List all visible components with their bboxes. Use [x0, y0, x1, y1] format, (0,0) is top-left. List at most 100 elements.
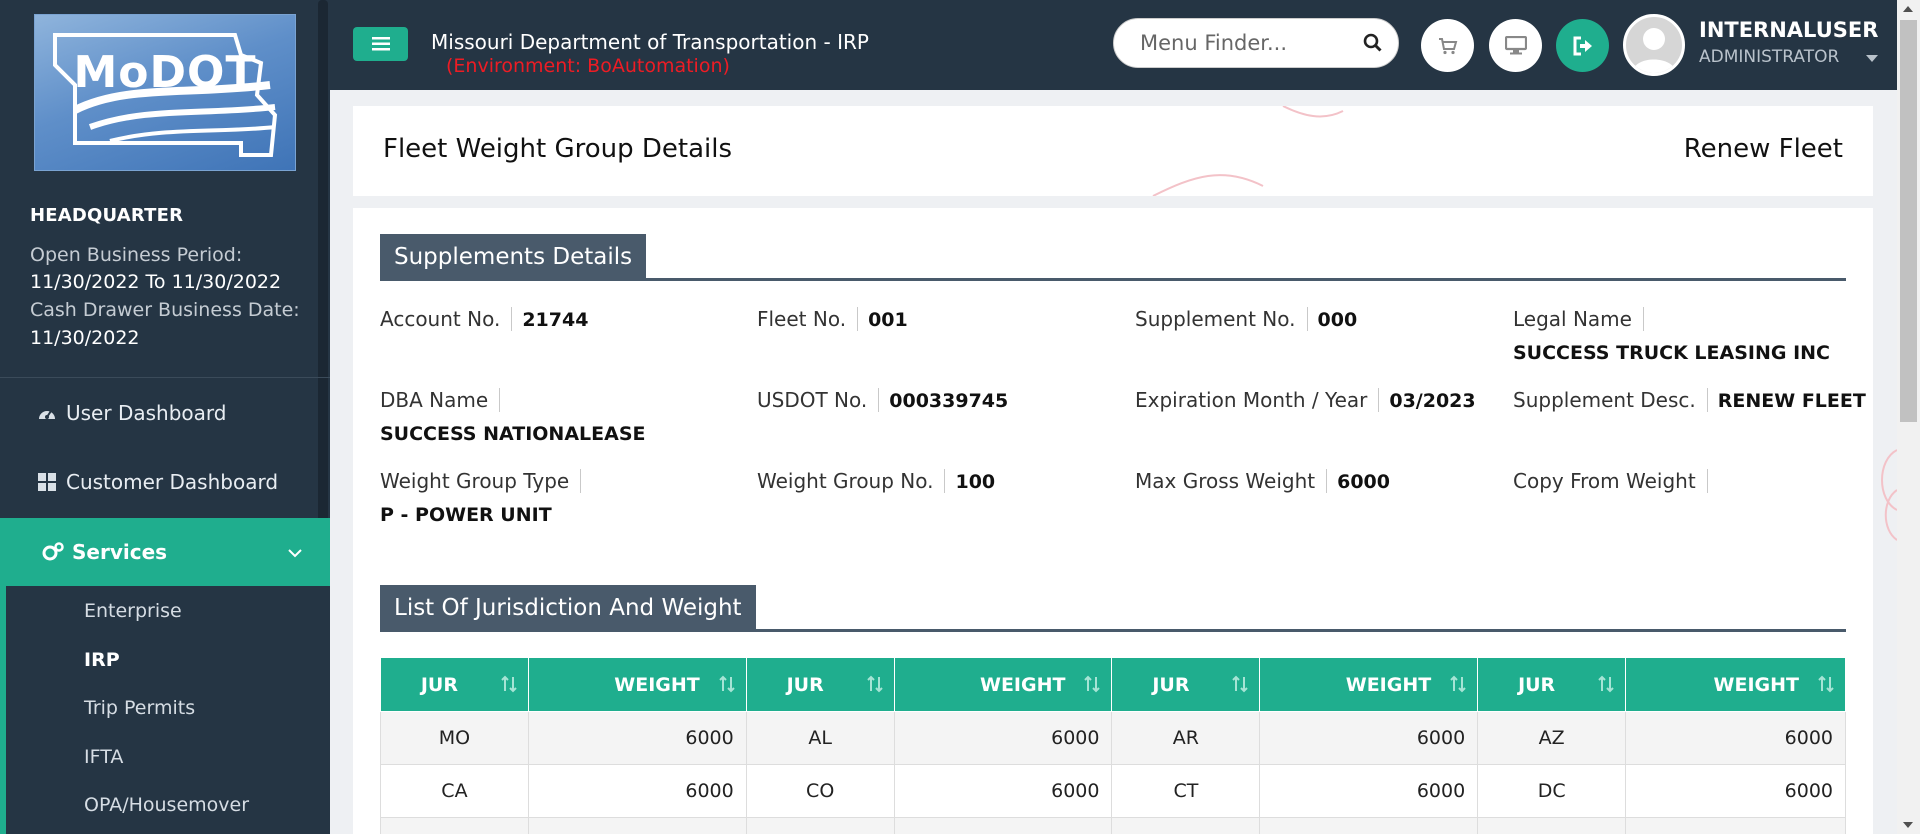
cash-drawer-label: Cash Drawer Business Date:: [30, 299, 300, 321]
table-row: CA 6000 CO 6000 CT 6000 DC 6000: [380, 764, 1846, 818]
column-header-jur[interactable]: JUR: [380, 657, 529, 712]
sidebar-divider: [0, 377, 330, 378]
field-label: Weight Group Type: [380, 469, 582, 493]
top-bar: Missouri Department of Transportation - …: [330, 0, 1920, 90]
field-value: 03/2023: [1389, 390, 1476, 412]
sort-icon[interactable]: [1817, 675, 1835, 698]
cart-icon: [1438, 37, 1457, 54]
field-label: Supplement No.: [1135, 307, 1308, 331]
user-name[interactable]: INTERNALUSER: [1699, 18, 1878, 42]
column-header-weight[interactable]: WEIGHT: [1625, 657, 1846, 712]
search-icon[interactable]: [1363, 33, 1382, 56]
field-value: 001: [868, 309, 908, 331]
table-cell-weight: [893, 817, 1113, 834]
column-header-weight[interactable]: WEIGHT: [1259, 657, 1479, 712]
column-header-jur[interactable]: JUR: [1111, 657, 1261, 712]
field-supplement-no: Supplement No. 000: [1135, 307, 1357, 331]
column-label: WEIGHT: [1713, 673, 1799, 696]
table-cell-jur: CA: [380, 764, 529, 818]
renew-fleet-label: Renew Fleet: [1683, 134, 1843, 164]
column-header-jur[interactable]: JUR: [1477, 657, 1627, 712]
sort-icon[interactable]: [866, 675, 884, 698]
sidebar-item-customer-dashboard[interactable]: Customer Dashboard: [0, 449, 318, 515]
column-label: WEIGHT: [980, 673, 1066, 696]
sidebar-scrollbar[interactable]: [318, 0, 328, 548]
table-cell-jur: AL: [745, 711, 895, 765]
table-row: MO 6000 AL 6000 AR 6000 AZ 6000: [380, 711, 1846, 765]
sort-icon[interactable]: [1231, 675, 1249, 698]
table-cell-jur: CT: [1111, 764, 1261, 818]
grid-icon: [36, 473, 58, 491]
sort-icon[interactable]: [1449, 675, 1467, 698]
monitor-button[interactable]: [1489, 19, 1542, 72]
table-cell-jur: [1477, 817, 1627, 834]
environment-label: (Environment: BoAutomation): [446, 55, 730, 77]
column-label: JUR: [786, 673, 824, 696]
sidebar-subitem-enterprise[interactable]: Enterprise: [84, 600, 182, 622]
logout-icon: [1573, 36, 1592, 55]
sidebar-subitem-ifta[interactable]: IFTA: [84, 746, 123, 768]
field-label: Legal Name: [1513, 307, 1644, 331]
field-label: USDOT No.: [757, 388, 880, 412]
sidebar-item-services[interactable]: Services: [0, 518, 330, 586]
field-copy-from-weight: Copy From Weight: [1513, 469, 1718, 493]
page-scrollbar[interactable]: [1897, 0, 1920, 834]
field-value: RENEW FLEET: [1717, 390, 1866, 412]
column-label: WEIGHT: [1345, 673, 1432, 696]
table-cell-weight: 6000: [1259, 764, 1479, 818]
table-cell-weight: 6000: [893, 711, 1113, 765]
table-cell-weight: [1625, 817, 1846, 834]
column-header-weight[interactable]: WEIGHT: [527, 657, 747, 712]
sort-icon[interactable]: [1597, 675, 1615, 698]
menu-finder[interactable]: [1113, 18, 1399, 68]
table-row: [380, 817, 1846, 834]
caret-down-icon[interactable]: [1866, 55, 1878, 62]
logout-button[interactable]: [1556, 19, 1609, 72]
field-value: P - POWER UNIT: [380, 504, 552, 526]
field-usdot-no: USDOT No. 000339745: [757, 388, 1008, 412]
scroll-down-icon[interactable]: [1903, 822, 1913, 828]
table-cell-jur: [380, 817, 529, 834]
field-label: Fleet No.: [757, 307, 859, 331]
cart-button[interactable]: [1421, 19, 1474, 72]
table-cell-weight: 6000: [1625, 764, 1846, 818]
table-cell-jur: CO: [745, 764, 895, 818]
sidebar-subitem-opa-housemover[interactable]: OPA/Housemover: [84, 794, 249, 816]
user-role[interactable]: ADMINISTRATOR: [1699, 47, 1839, 67]
menu-toggle-button[interactable]: [353, 27, 408, 61]
scroll-up-icon[interactable]: [1903, 6, 1913, 12]
sidebar-subitem-irp[interactable]: IRP: [84, 649, 120, 671]
page-title: Fleet Weight Group Details: [383, 134, 733, 164]
field-dba-name: DBA Name SUCCESS NATIONALEASE: [380, 388, 645, 445]
scrollbar-thumb[interactable]: [1900, 20, 1917, 422]
sidebar-item-label: User Dashboard: [66, 401, 227, 425]
app-title: Missouri Department of Transportation - …: [431, 30, 869, 54]
dashboard-icon: [36, 405, 58, 421]
field-label: Max Gross Weight: [1135, 469, 1328, 493]
column-label: JUR: [1518, 673, 1556, 696]
table-cell-weight: 6000: [1625, 711, 1846, 765]
modot-logo[interactable]: MoDOT: [34, 14, 296, 171]
section-heading-supplements: Supplements Details: [380, 234, 647, 280]
field-label: Weight Group No.: [757, 469, 946, 493]
jurisdiction-weight-table: JUR WEIGHT JUR WEIGHT JUR WEIGHT JUR WEI…: [380, 657, 1846, 834]
table-cell-weight: 6000: [1259, 711, 1479, 765]
table-cell-weight: 6000: [527, 711, 747, 765]
table-cell-jur: [1111, 817, 1261, 834]
sort-icon[interactable]: [500, 675, 518, 698]
sidebar-subitem-trip-permits[interactable]: Trip Permits: [84, 697, 195, 719]
field-value: 000339745: [889, 390, 1009, 412]
sort-icon[interactable]: [1083, 675, 1101, 698]
avatar[interactable]: [1623, 14, 1685, 76]
submenu-indicator: [0, 586, 6, 834]
gears-icon: [42, 542, 64, 562]
field-weight-group-type: Weight Group Type P - POWER UNIT: [380, 469, 582, 526]
sidebar-item-user-dashboard[interactable]: User Dashboard: [0, 380, 318, 446]
column-header-jur[interactable]: JUR: [745, 657, 895, 712]
field-value: 6000: [1337, 471, 1390, 493]
sort-icon[interactable]: [718, 675, 736, 698]
field-label: Copy From Weight: [1513, 469, 1708, 493]
menu-finder-input[interactable]: [1140, 31, 1355, 55]
column-header-weight[interactable]: WEIGHT: [893, 657, 1113, 712]
field-label: Supplement Desc.: [1513, 388, 1708, 412]
